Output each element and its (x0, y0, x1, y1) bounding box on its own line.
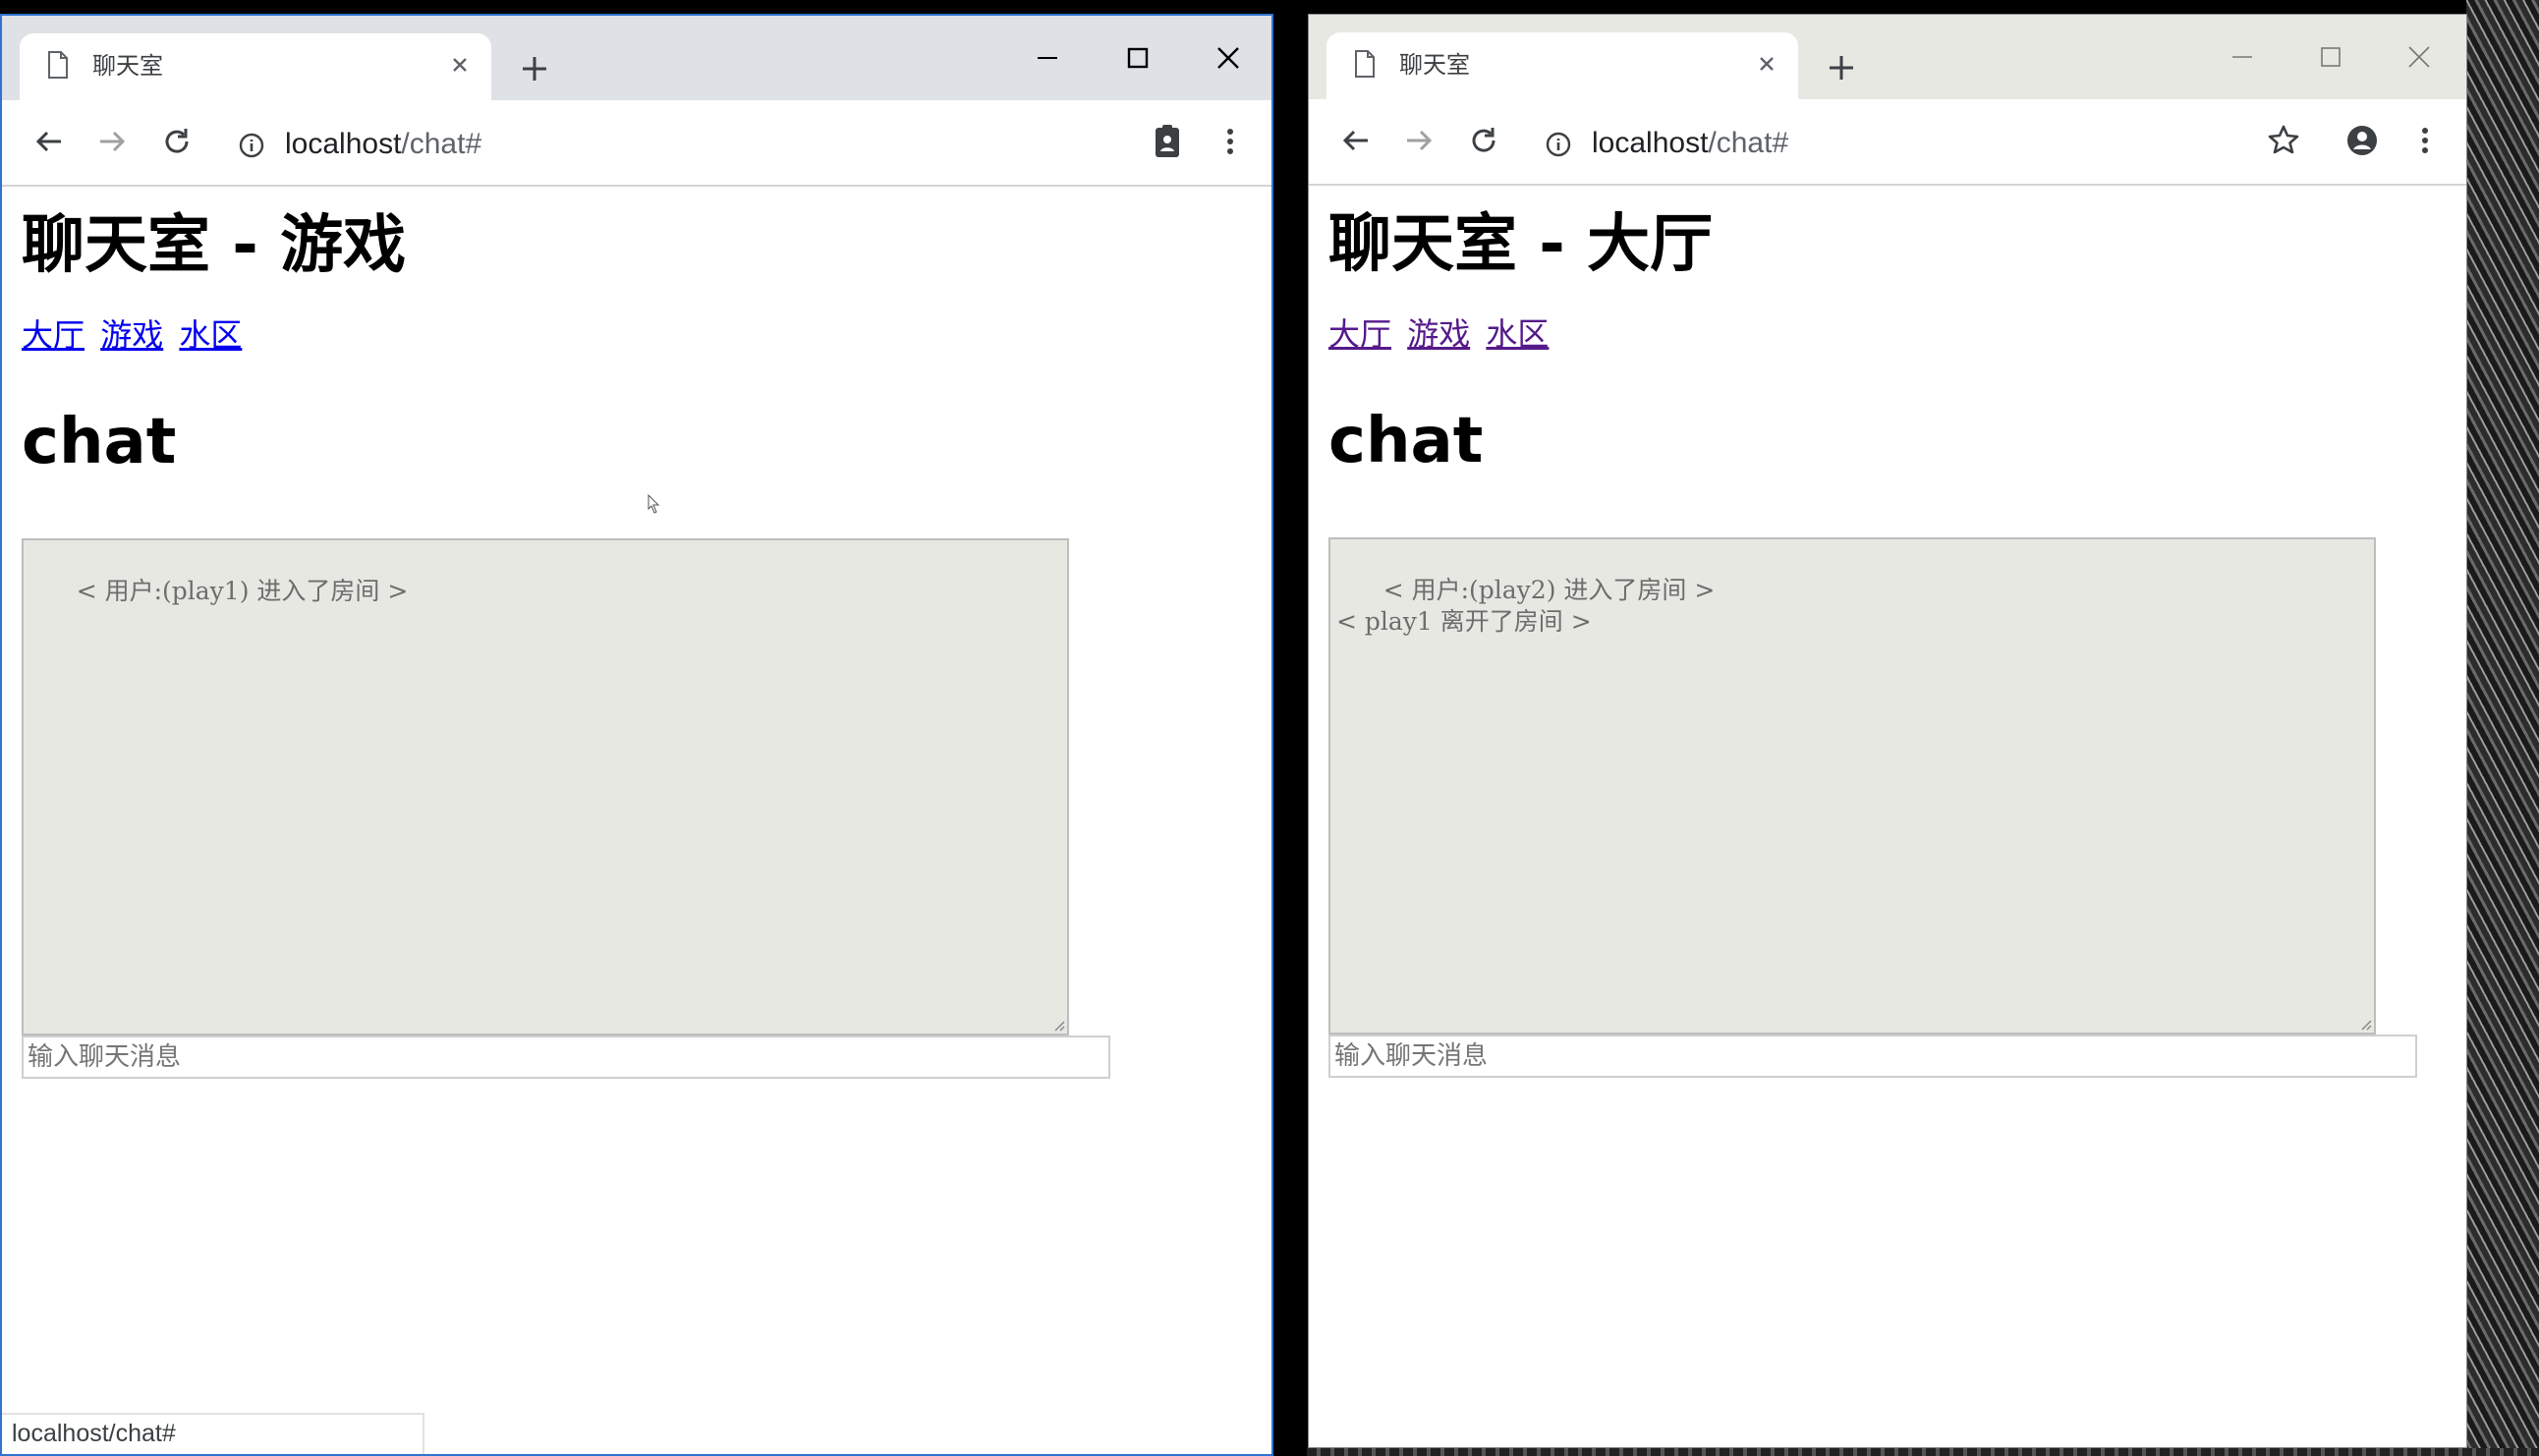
url-path: /chat# (1708, 127, 1789, 159)
reload-icon[interactable] (1462, 119, 1505, 162)
back-icon[interactable] (28, 120, 71, 163)
reload-icon[interactable] (155, 120, 198, 163)
page-content: 聊天室 - 游戏 大厅 游戏 水区 chat < 用户:(play1) 进入了房… (2, 187, 1271, 1454)
maximize-icon[interactable] (1108, 33, 1167, 83)
url-path: /chat# (401, 128, 482, 160)
address-bar[interactable]: localhost/chat# (1592, 125, 1788, 162)
message-input-placeholder: 输入聊天消息 (28, 1042, 182, 1072)
resize-grip-icon[interactable] (1051, 1018, 1065, 1032)
browser-toolbar: localhost/chat# (1309, 99, 2466, 186)
clipboard-icon[interactable] (1146, 120, 1189, 163)
forward-icon[interactable] (1397, 119, 1440, 162)
tab-strip: 聊天室 (1309, 15, 2466, 99)
page-title: 聊天室 - 大厅 (1328, 208, 1714, 281)
account-icon[interactable] (2341, 119, 2384, 162)
room-links: 大厅 游戏 水区 (1328, 313, 1554, 355)
star-icon[interactable] (2262, 119, 2305, 162)
doc-icon (48, 51, 68, 79)
message-input[interactable]: 输入聊天消息 (1328, 1035, 2417, 1078)
back-icon[interactable] (1334, 119, 1378, 162)
menu-icon[interactable] (2403, 119, 2447, 162)
link-water[interactable]: 水区 (1486, 315, 1549, 353)
link-game[interactable]: 游戏 (100, 316, 163, 354)
status-bar: localhost/chat# (2, 1413, 424, 1454)
link-game[interactable]: 游戏 (1407, 315, 1470, 353)
tab-chatroom[interactable]: 聊天室 (1326, 32, 1798, 99)
url-host: localhost (1592, 127, 1709, 159)
plus-icon[interactable] (1822, 48, 1861, 87)
forward-icon[interactable] (90, 120, 134, 163)
info-icon[interactable] (1545, 131, 1572, 158)
link-lobby[interactable]: 大厅 (22, 316, 85, 354)
tab-chatroom[interactable]: 聊天室 (20, 33, 491, 100)
chat-log-textarea[interactable]: < 用户:(play2) 进入了房间 > < play1 离开了房间 > (1328, 537, 2376, 1035)
message-input[interactable]: 输入聊天消息 (22, 1036, 1110, 1079)
menu-icon[interactable] (1209, 120, 1252, 163)
link-lobby[interactable]: 大厅 (1328, 315, 1391, 353)
section-heading: chat (22, 406, 177, 478)
browser-toolbar: localhost/chat# (2, 100, 1271, 187)
desktop-wallpaper-strip (1307, 1448, 2539, 1456)
minimize-icon[interactable] (2213, 32, 2272, 82)
maximize-icon[interactable] (2301, 32, 2360, 82)
close-window-icon[interactable] (1199, 33, 1258, 83)
minimize-icon[interactable] (1018, 33, 1077, 83)
doc-icon (1355, 50, 1375, 78)
chat-log-text: < 用户:(play1) 进入了房间 > (76, 577, 409, 605)
chat-log-textarea[interactable]: < 用户:(play1) 进入了房间 > (22, 538, 1069, 1036)
info-icon[interactable] (238, 132, 265, 159)
browser-window-left[interactable]: 聊天室 localhost/chat# 聊天室 - 游戏 大厅 游戏 水区 ch… (0, 14, 1273, 1456)
tab-title: 聊天室 (1399, 51, 1470, 79)
message-input-placeholder: 输入聊天消息 (1334, 1041, 1489, 1071)
address-bar[interactable]: localhost/chat# (285, 126, 481, 163)
page-content: 聊天室 - 大厅 大厅 游戏 水区 chat < 用户:(play2) 进入了房… (1309, 186, 2466, 1447)
browser-window-right[interactable]: 聊天室 localhost/chat# 聊天室 - 大厅 大厅 游戏 水区 ch… (1308, 14, 2467, 1448)
tab-title: 聊天室 (92, 52, 163, 80)
plus-icon[interactable] (515, 49, 554, 88)
tab-strip: 聊天室 (2, 16, 1271, 100)
desktop-wallpaper (2466, 0, 2539, 1456)
close-icon[interactable] (1751, 48, 1782, 80)
chat-log-text: < 用户:(play2) 进入了房间 > < play1 离开了房间 > (1336, 576, 1716, 636)
page-title: 聊天室 - 游戏 (22, 209, 407, 282)
close-icon[interactable] (444, 49, 476, 81)
link-water[interactable]: 水区 (179, 316, 242, 354)
section-heading: chat (1328, 405, 1484, 477)
room-links: 大厅 游戏 水区 (22, 314, 248, 356)
resize-grip-icon[interactable] (2358, 1017, 2372, 1031)
url-host: localhost (285, 128, 402, 160)
mouse-cursor-icon (648, 493, 660, 514)
close-window-icon[interactable] (2390, 32, 2449, 82)
